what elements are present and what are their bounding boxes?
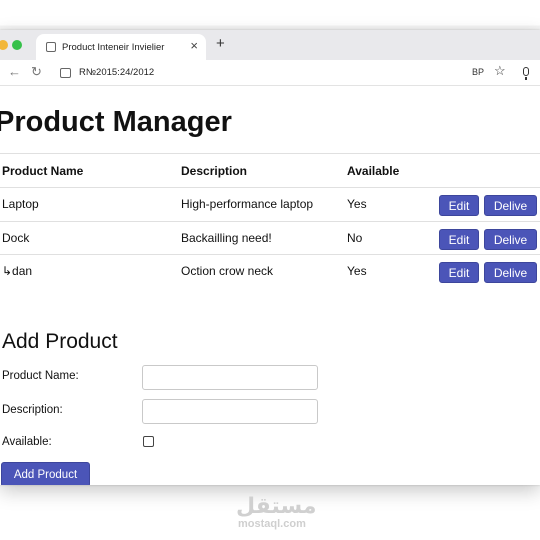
star-icon[interactable]: ☆	[494, 63, 506, 79]
row-description: Backailling need!	[181, 231, 272, 245]
address-bar[interactable]: R№2015:24/2012	[79, 67, 154, 78]
row-divider	[0, 254, 540, 255]
table-top-divider	[0, 153, 540, 154]
delete-button[interactable]: Delive	[484, 195, 537, 216]
header-description: Description	[181, 164, 248, 178]
row-description: Oction crow neck	[181, 264, 274, 278]
row-product-name: Dock	[2, 231, 30, 245]
edit-button[interactable]: Edit	[439, 229, 479, 250]
product-name-label: Product Name:	[2, 370, 79, 382]
browser-toolbar: ← ↻ R№2015:24/2012 BP ☆	[0, 60, 540, 86]
page-title: Product Manager	[0, 106, 232, 138]
row-divider	[0, 221, 540, 222]
description-label: Description:	[2, 404, 63, 416]
new-tab-button[interactable]: +	[216, 35, 225, 52]
page-favicon-icon	[46, 42, 56, 52]
available-label: Available:	[2, 436, 52, 448]
row-description: High-performance laptop	[181, 197, 314, 211]
minimize-window-button[interactable]	[0, 40, 8, 50]
add-product-button[interactable]: Add Product	[1, 462, 90, 485]
site-info-icon[interactable]	[60, 68, 71, 78]
toolbar-extension-label[interactable]: BP	[472, 67, 484, 77]
description-input[interactable]	[142, 399, 318, 424]
tab-title: Product Inteneir Invielier	[62, 41, 165, 53]
browser-window: Product Inteneir Invielier × + ← ↻ R№201…	[0, 30, 540, 485]
reload-icon[interactable]: ↻	[31, 64, 42, 80]
add-product-heading: Add Product	[2, 330, 118, 353]
row-available: Yes	[347, 197, 367, 211]
row-product-name: ↳dan	[2, 264, 33, 278]
edit-button[interactable]: Edit	[439, 262, 479, 283]
delete-button[interactable]: Delive	[484, 262, 537, 283]
header-product-name: Product Name	[2, 164, 84, 178]
table-header-divider	[0, 187, 540, 188]
row-available: Yes	[347, 264, 367, 278]
product-name-input[interactable]	[142, 365, 318, 390]
arrow-left-icon[interactable]: ←	[8, 64, 21, 79]
close-tab-icon[interactable]: ×	[190, 38, 198, 53]
row-product-name: Laptop	[2, 197, 39, 211]
tab-bar: Product Inteneir Invielier × +	[0, 30, 540, 60]
header-available: Available	[347, 164, 400, 178]
watermark-logo-latin: mostaql.com	[238, 518, 306, 530]
row-available: No	[347, 231, 363, 245]
watermark-logo-arabic: مستقل	[236, 494, 317, 519]
maximize-window-button[interactable]	[12, 40, 22, 50]
edit-button[interactable]: Edit	[439, 195, 479, 216]
browser-tab[interactable]: Product Inteneir Invielier ×	[36, 34, 206, 60]
delete-button[interactable]: Delive	[484, 229, 537, 250]
microphone-icon[interactable]	[523, 67, 529, 80]
available-checkbox[interactable]	[143, 436, 154, 447]
page-content: Product Manager Product Name Description…	[0, 86, 540, 485]
